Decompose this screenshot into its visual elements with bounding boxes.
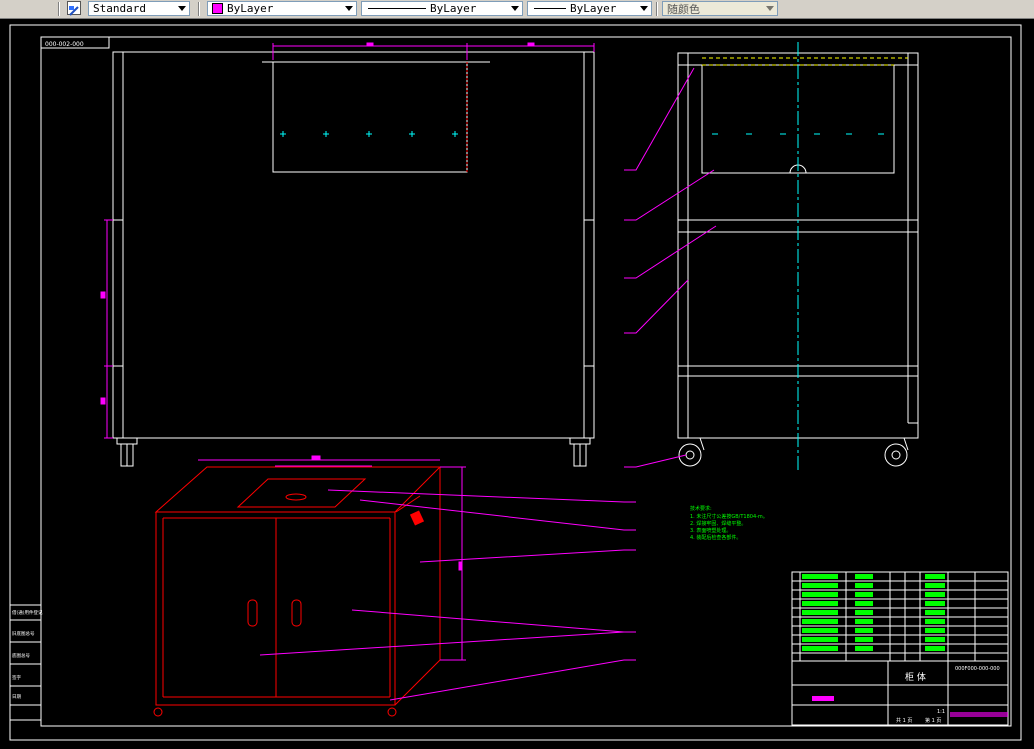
drawing-number: 000F000-000-000 [955, 666, 1000, 672]
properties-toolbar: Standard ByLayer ByLayer ByLayer 随颜色 [0, 0, 1034, 19]
lineweight-value: ByLayer [570, 2, 617, 15]
side-casters [678, 437, 910, 467]
cad-drawing-canvas[interactable]: 000-002-000 技术要求: 1. 未注尺寸公差按GB/T1804-m。 … [0, 19, 1034, 749]
plotstyle-value: 随颜色 [667, 2, 700, 16]
drawing-code: 000-002-000 [45, 41, 84, 48]
side-label: 借(通)用件登记 [12, 609, 43, 616]
toolbar-separator [198, 2, 200, 16]
linetype-sample-icon [368, 8, 426, 9]
toolbar-separator [58, 2, 60, 16]
front-view-dimensions [100, 42, 595, 439]
chevron-down-icon[interactable] [175, 2, 189, 15]
chevron-down-icon [763, 2, 777, 15]
iso-leader-lines [259, 489, 636, 701]
textstyle-icon[interactable] [67, 1, 81, 16]
bom-rows [802, 574, 945, 651]
textstyle-dropdown[interactable]: Standard [88, 1, 190, 16]
color-value: ByLayer [227, 2, 274, 15]
technical-notes: 技术要求: 1. 未注尺寸公差按GB/T1804-m。 2. 焊接牢固、焊缝平整… [690, 505, 768, 541]
iso-red-label [409, 510, 425, 526]
iso-dimensions [198, 455, 466, 661]
side-label: 旧底图总号 [12, 630, 35, 637]
plotstyle-dropdown: 随颜色 [662, 1, 778, 16]
chevron-down-icon[interactable] [508, 2, 522, 15]
chevron-down-icon[interactable] [342, 2, 356, 15]
notes-title: 技术要求: [690, 505, 712, 512]
side-label: 签字 [12, 674, 21, 681]
front-view [112, 51, 595, 439]
sheet-count: 共 1 页 [896, 717, 912, 724]
note-line: 4. 装配后检查各部件。 [690, 534, 741, 541]
note-line: 3. 表面喷塑处理。 [690, 527, 731, 534]
toolbar-separator [656, 2, 658, 16]
chevron-down-icon[interactable] [637, 2, 651, 15]
lineweight-sample-icon [534, 8, 566, 9]
side-label: 日期 [12, 694, 21, 700]
sheet-number: 第 1 页 [925, 717, 941, 724]
textstyle-value: Standard [93, 2, 146, 15]
linetype-value: ByLayer [430, 2, 477, 15]
side-registration-strip [9, 604, 42, 721]
note-line: 2. 焊接牢固、焊缝平整。 [690, 520, 746, 527]
color-dropdown[interactable]: ByLayer [207, 1, 357, 16]
color-swatch-icon [212, 3, 223, 14]
front-casters [116, 437, 591, 467]
front-view-cyan-holes [280, 131, 458, 137]
magenta-field [812, 696, 834, 701]
lineweight-dropdown[interactable]: ByLayer [527, 1, 652, 16]
part-name: 柜 体 [905, 671, 926, 683]
note-line: 1. 未注尺寸公差按GB/T1804-m。 [690, 513, 768, 520]
side-label: 底图总号 [12, 652, 30, 659]
drawing-scale: 1:1 [937, 709, 945, 715]
company-field [950, 712, 1008, 717]
linetype-dropdown[interactable]: ByLayer [361, 1, 523, 16]
